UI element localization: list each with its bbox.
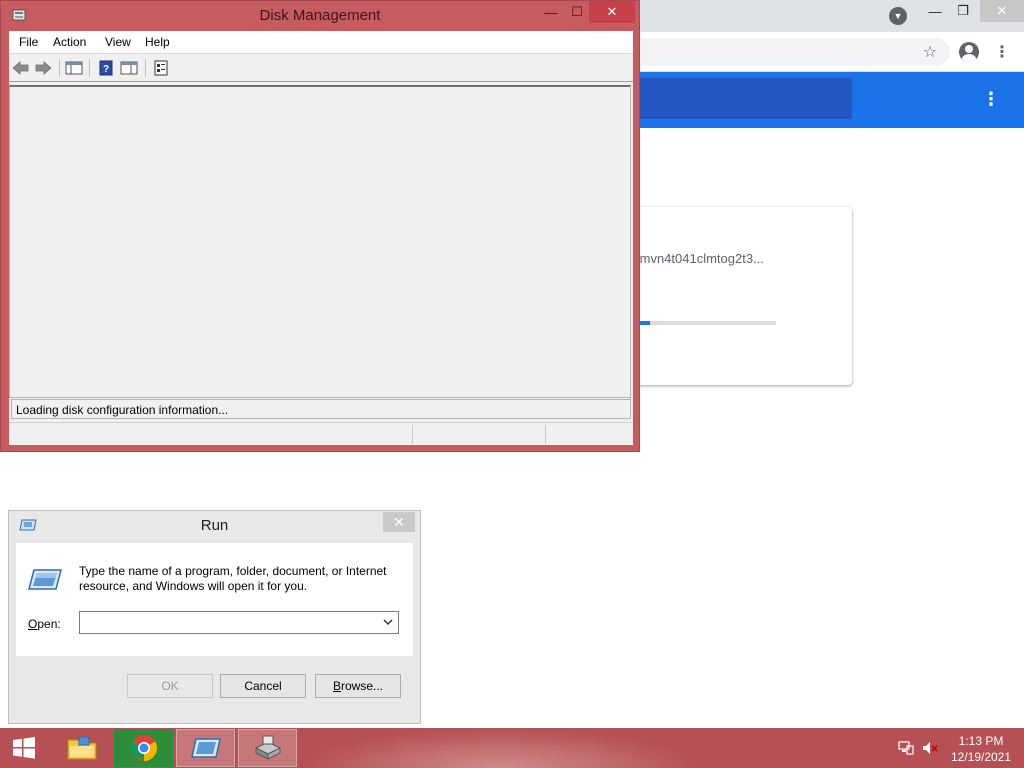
back-icon[interactable] (12, 59, 30, 77)
svg-text:?: ? (103, 64, 109, 75)
open-label: Open: (28, 617, 61, 631)
ok-button[interactable]: OK (127, 674, 213, 698)
download-card (612, 207, 852, 385)
clock-time: 1:13 PM (958, 734, 1004, 748)
taskbar-clock[interactable]: 1:13 PM 12/19/2021 (946, 733, 1016, 765)
menu-help[interactable]: Help (145, 35, 170, 49)
open-input[interactable] (83, 614, 373, 631)
taskbar: 1:13 PM 12/19/2021 (0, 728, 1024, 768)
disk-management-titlebar[interactable]: Disk Management — ☐ ✕ (1, 1, 639, 31)
taskbar-file-explorer[interactable] (52, 729, 111, 767)
run-dialog-panel: Type the name of a program, folder, docu… (16, 543, 413, 656)
minimize-icon[interactable]: — (537, 1, 565, 23)
page-more-icon[interactable]: ⋮ (982, 88, 1000, 110)
taskbar-run[interactable] (176, 729, 235, 767)
menu-view[interactable]: View (105, 35, 131, 49)
download-url[interactable]: /mvn4t041clmtog2t3... (636, 251, 764, 266)
open-label-rest: pen: (37, 617, 61, 631)
browse-label-rest: rowse... (341, 679, 384, 693)
address-bar[interactable] (620, 38, 950, 66)
loading-status-text: Loading disk configuration information..… (11, 399, 631, 419)
open-combobox[interactable] (79, 611, 399, 634)
help-icon[interactable]: ? (97, 59, 115, 77)
status-bar (9, 422, 633, 445)
profile-avatar-icon[interactable] (958, 41, 980, 63)
windows-logo-icon (13, 737, 35, 759)
export-list-icon[interactable] (152, 59, 170, 77)
chrome-menu-icon[interactable]: ⋮ (991, 41, 1013, 63)
page-header-search[interactable] (620, 78, 852, 119)
run-description: Type the name of a program, folder, docu… (79, 564, 387, 593)
disk-management-icon (254, 735, 281, 760)
status-bar-divider (412, 425, 413, 444)
close-icon[interactable]: ✕ (589, 1, 635, 23)
toolbar-separator (145, 59, 146, 77)
open-label-accelerator: O (28, 617, 38, 631)
browse-accelerator: B (332, 679, 341, 693)
network-icon[interactable] (898, 740, 914, 756)
file-explorer-icon (67, 736, 96, 760)
taskbar-chrome[interactable] (114, 729, 173, 767)
properties-icon[interactable] (120, 59, 138, 77)
taskbar-disk-management[interactable] (238, 729, 297, 767)
tab-search-icon[interactable]: ▼ (889, 7, 907, 25)
taskbar-background-wash (300, 728, 700, 768)
disk-content-pane[interactable] (9, 85, 631, 398)
download-progress-bar (636, 321, 776, 325)
forward-icon[interactable] (34, 59, 52, 77)
browse-button[interactable]: Browse... (315, 674, 401, 698)
show-hide-console-tree-icon[interactable] (65, 59, 83, 77)
clock-date: 12/19/2021 (950, 750, 1012, 764)
toolbar-separator (89, 59, 90, 77)
cancel-button[interactable]: Cancel (220, 674, 306, 698)
bookmark-star-icon[interactable]: ☆ (919, 41, 941, 63)
status-bar-divider (545, 425, 546, 444)
menu-bar: File Action View Help (9, 31, 633, 54)
toolbar: ? (9, 54, 633, 82)
start-button[interactable] (0, 728, 48, 768)
menu-file[interactable]: File (19, 35, 38, 49)
chevron-down-icon[interactable] (382, 615, 394, 630)
menu-action[interactable]: Action (53, 35, 86, 49)
maximize-icon[interactable]: ☐ (563, 1, 591, 23)
disk-management-window: Disk Management — ☐ ✕ File Action View H… (0, 0, 640, 452)
run-icon (190, 738, 221, 758)
chrome-icon (130, 735, 157, 762)
restore-icon[interactable]: ❐ (946, 0, 980, 22)
close-icon[interactable]: ✕ (980, 0, 1024, 22)
run-program-icon (28, 569, 62, 590)
disk-management-body: File Action View Help ? Loading disk con… (9, 31, 633, 445)
close-icon[interactable]: ✕ (383, 512, 415, 532)
volume-muted-icon[interactable] (922, 740, 938, 756)
toolbar-separator (59, 59, 60, 77)
run-dialog-title: Run (200, 517, 229, 534)
run-dialog: Run ✕ Type the name of a program, folder… (8, 510, 421, 724)
